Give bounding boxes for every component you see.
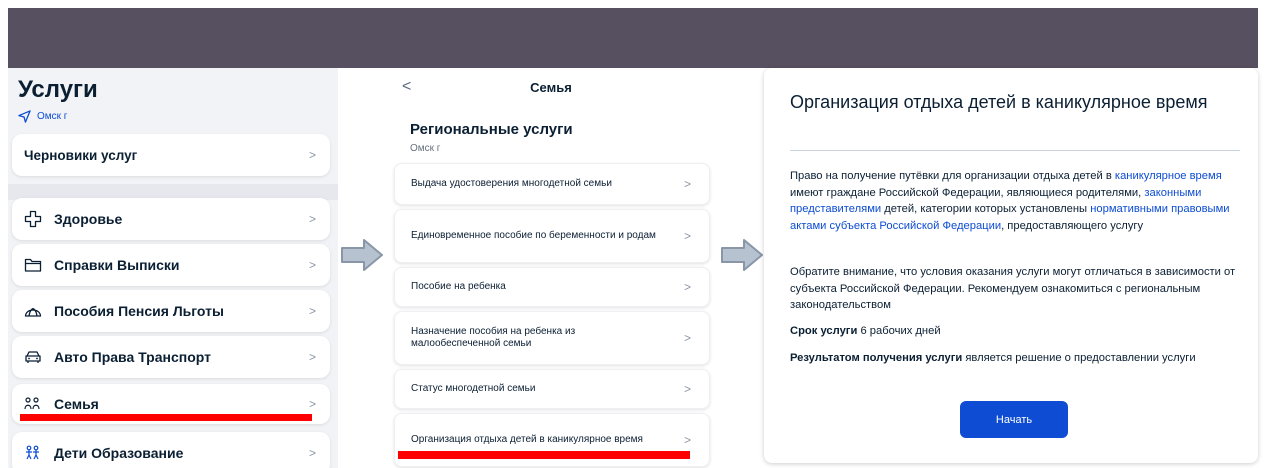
term-label: Срок услуги: [790, 325, 858, 337]
chevron-right-icon: >: [308, 258, 316, 272]
category-auto[interactable]: Авто Права Транспорт >: [12, 336, 330, 378]
chevron-right-icon: >: [308, 397, 316, 411]
service-title: Организация отдыха детей в каникулярное …: [790, 92, 1208, 112]
service-item[interactable]: Пособие на ребенка >: [394, 267, 710, 307]
highlight-underline: [398, 451, 690, 459]
chevron-right-icon: >: [308, 350, 316, 364]
arrow-right-icon: [341, 239, 383, 271]
umbrella-icon: [24, 302, 46, 320]
drafts-item[interactable]: Черновики услуг >: [12, 134, 330, 176]
notice-text: Обратите внимание, что условия оказания …: [790, 266, 1236, 311]
category-health[interactable]: Здоровье >: [12, 198, 330, 240]
chevron-right-icon: >: [308, 304, 316, 318]
chevron-right-icon: >: [683, 280, 691, 294]
category-label: Авто Права Транспорт: [54, 349, 211, 365]
folder-icon: [24, 256, 46, 274]
location-arrow-icon: [18, 110, 31, 123]
category-label: Дети Образование: [54, 445, 184, 461]
term-value: 6 рабочих дней: [857, 325, 941, 337]
service-label: Единовременное пособие по беременности и…: [411, 230, 656, 241]
arrow-right-icon: [721, 239, 763, 271]
result-text: является решение о предоставлении услуги: [962, 352, 1196, 364]
category-label: Здоровье: [54, 211, 123, 227]
page-title: Услуги: [18, 76, 98, 103]
location-label: Омск г: [410, 143, 441, 154]
start-button[interactable]: Начать: [960, 401, 1068, 438]
section-title: Региональные услуги: [410, 121, 573, 138]
family-icon: [24, 395, 46, 413]
service-result: Результатом получения услуги является ре…: [790, 350, 1242, 367]
screen-header: < Семья: [384, 68, 718, 107]
health-cross-icon: [24, 210, 46, 228]
car-icon: [24, 348, 46, 366]
service-item[interactable]: Статус многодетной семьи >: [394, 369, 710, 409]
service-label: Статус многодетной семьи: [411, 383, 536, 394]
eligibility-text: Право на получение путёвки для организац…: [790, 170, 1230, 232]
service-item[interactable]: Назначение пособия на ребенка из малообе…: [394, 311, 710, 365]
chevron-right-icon: >: [308, 446, 316, 460]
children-icon: [24, 444, 46, 462]
chevron-right-icon: >: [683, 177, 691, 191]
category-children[interactable]: Дети Образование >: [12, 432, 330, 468]
top-bar: [8, 8, 1258, 68]
service-label: Назначение пособия на ребенка из малообе…: [411, 326, 576, 349]
chevron-right-icon: >: [308, 148, 316, 162]
chevron-right-icon: >: [683, 433, 691, 447]
service-item[interactable]: Выдача удостоверения многодетной семьи >: [394, 163, 710, 205]
service-label: Организация отдыха детей в каникулярное …: [411, 434, 643, 445]
location-label: Омск г: [37, 111, 68, 122]
vacation-link[interactable]: каникулярное время: [1115, 170, 1222, 182]
family-services-panel: < Семья Региональные услуги Омск г Выдач…: [384, 68, 718, 468]
chevron-right-icon: >: [683, 382, 691, 396]
chevron-right-icon: >: [683, 229, 691, 243]
category-benefits[interactable]: Пособия Пенсия Льготы >: [12, 290, 330, 332]
category-label: Семья: [54, 396, 99, 412]
service-item[interactable]: Единовременное пособие по беременности и…: [394, 209, 710, 263]
category-label: Пособия Пенсия Льготы: [54, 303, 224, 319]
service-term: Срок услуги 6 рабочих дней: [790, 323, 1242, 340]
highlight-underline: [20, 414, 312, 421]
service-label: Выдача удостоверения многодетной семьи: [411, 178, 612, 189]
service-detail-card: Организация отдыха детей в каникулярное …: [764, 68, 1258, 463]
category-certificates[interactable]: Справки Выписки >: [12, 244, 330, 286]
location-selector[interactable]: Омск г: [18, 110, 67, 123]
service-label: Пособие на ребенка: [411, 281, 506, 292]
services-panel: Услуги Омск г Черновики услуг > Здоровье…: [8, 68, 338, 468]
category-label: Справки Выписки: [54, 257, 180, 273]
result-label: Результатом получения услуги: [790, 352, 963, 364]
drafts-label: Черновики услуг: [24, 147, 138, 163]
chevron-right-icon: >: [308, 212, 316, 226]
chevron-right-icon: >: [683, 331, 691, 345]
header-title: Семья: [530, 80, 572, 95]
divider: [790, 150, 1240, 151]
